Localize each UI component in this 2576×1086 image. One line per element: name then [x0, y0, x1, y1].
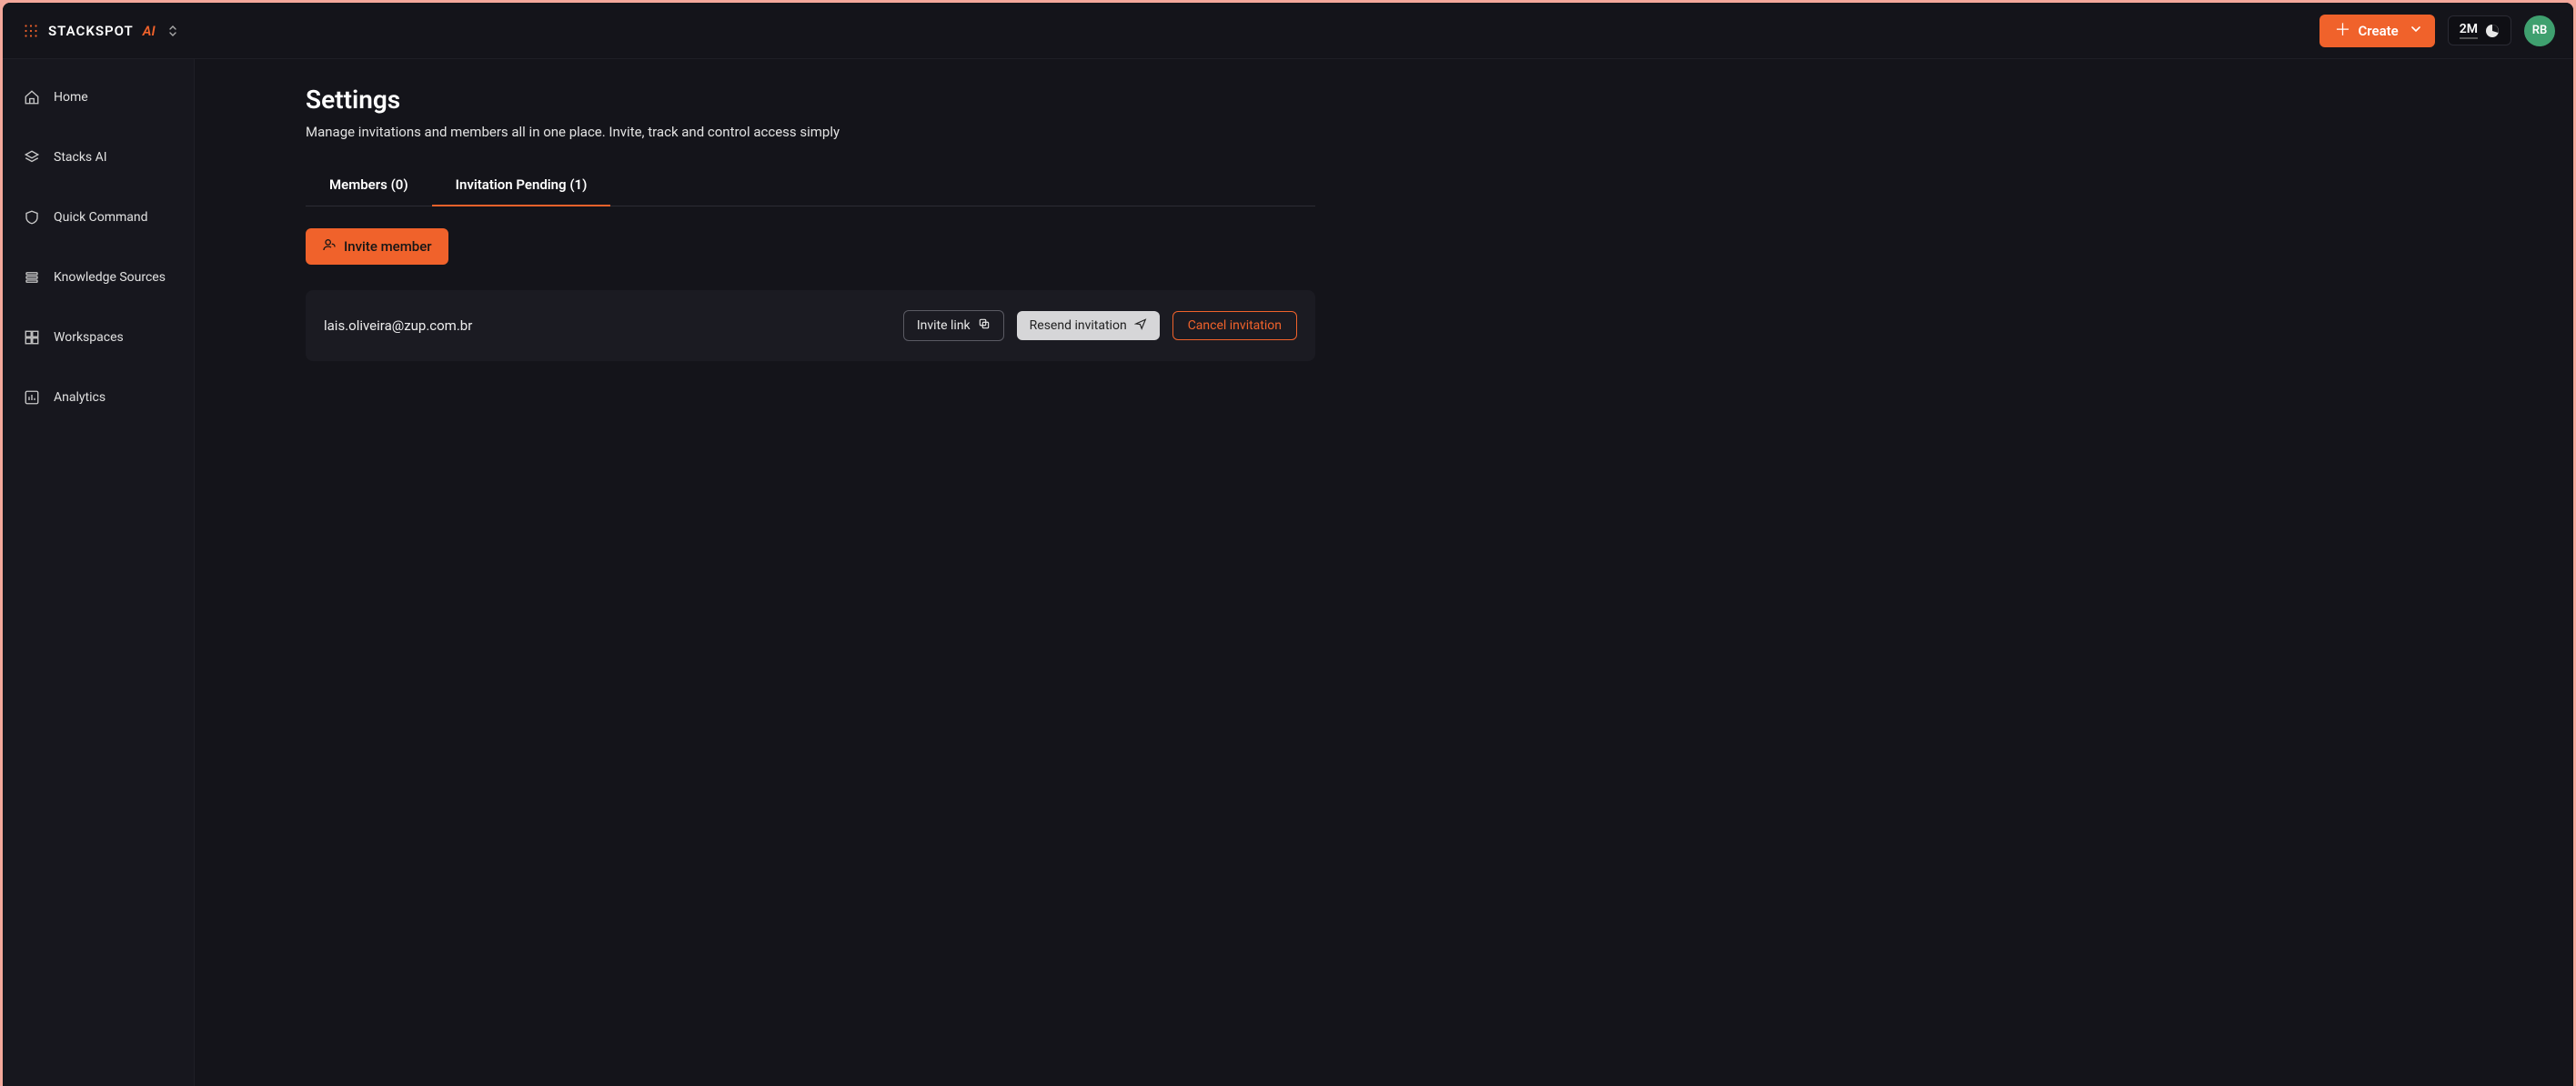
plus-icon: ＋: [2334, 23, 2350, 39]
sidebar-item-home[interactable]: Home: [3, 75, 194, 119]
sidebar-item-label: Home: [54, 90, 88, 105]
invite-member-button[interactable]: Invite member: [306, 228, 448, 265]
create-button-label: Create: [2358, 23, 2398, 39]
invite-link-label: Invite link: [917, 318, 971, 333]
sidebar-item-quick-command[interactable]: Quick Command: [3, 196, 194, 239]
token-count: 2M: [2460, 22, 2478, 39]
sidebar-item-stacks-ai[interactable]: Stacks AI: [3, 136, 194, 179]
cancel-invitation-label: Cancel invitation: [1188, 318, 1282, 333]
top-bar: STACKSPOT AI ＋ Create 2M RB: [3, 3, 2573, 59]
user-avatar[interactable]: RB: [2524, 15, 2555, 46]
user-plus-icon: [322, 237, 337, 256]
resend-invitation-label: Resend invitation: [1030, 318, 1127, 333]
sidebar-item-label: Quick Command: [54, 210, 148, 225]
layers-icon: [23, 148, 41, 166]
avatar-initials: RB: [2532, 24, 2548, 37]
brand-mark-icon: [21, 21, 41, 41]
pie-chart-icon: [2485, 24, 2500, 38]
brand-logo[interactable]: STACKSPOT AI: [21, 21, 177, 41]
brand-name: STACKSPOT: [48, 23, 134, 39]
sidebar-item-knowledge-sources[interactable]: Knowledge Sources: [3, 256, 194, 299]
sidebar-item-workspaces[interactable]: Workspaces: [3, 316, 194, 359]
invitation-row: lais.oliveira@zup.com.br Invite link Res…: [306, 290, 1315, 361]
sidebar-item-label: Stacks AI: [54, 150, 107, 165]
tabs: Members (0) Invitation Pending (1): [306, 166, 1315, 206]
sidebar-item-label: Workspaces: [54, 330, 124, 345]
invitation-email: lais.oliveira@zup.com.br: [324, 317, 903, 334]
sidebar-item-analytics[interactable]: Analytics: [3, 376, 194, 419]
chevron-down-icon: [2411, 25, 2420, 36]
token-counter[interactable]: 2M: [2448, 15, 2511, 45]
shield-icon: [23, 208, 41, 226]
send-icon: [1134, 317, 1147, 334]
page-title: Settings: [306, 85, 1315, 115]
stack-icon: [23, 268, 41, 287]
sidebar-item-label: Analytics: [54, 390, 106, 405]
grid-icon: [23, 328, 41, 347]
invite-link-button[interactable]: Invite link: [903, 310, 1004, 341]
sidebar-item-label: Knowledge Sources: [54, 270, 166, 285]
brand-switcher-icon[interactable]: [168, 25, 177, 37]
tab-members[interactable]: Members (0): [306, 166, 432, 206]
sidebar: Home Stacks AI Quick Command Knowledge S…: [3, 59, 195, 1086]
bar-chart-icon: [23, 388, 41, 407]
tab-invitation-pending[interactable]: Invitation Pending (1): [432, 166, 611, 206]
invite-member-label: Invite member: [344, 238, 432, 255]
copy-icon: [978, 317, 991, 334]
main-content: Settings Manage invitations and members …: [195, 59, 2573, 1086]
brand-suffix: AI: [143, 23, 156, 39]
page-subtitle: Manage invitations and members all in on…: [306, 124, 1315, 140]
resend-invitation-button[interactable]: Resend invitation: [1017, 311, 1160, 340]
home-icon: [23, 88, 41, 106]
create-button[interactable]: ＋ Create: [2319, 15, 2434, 47]
cancel-invitation-button[interactable]: Cancel invitation: [1172, 311, 1297, 340]
